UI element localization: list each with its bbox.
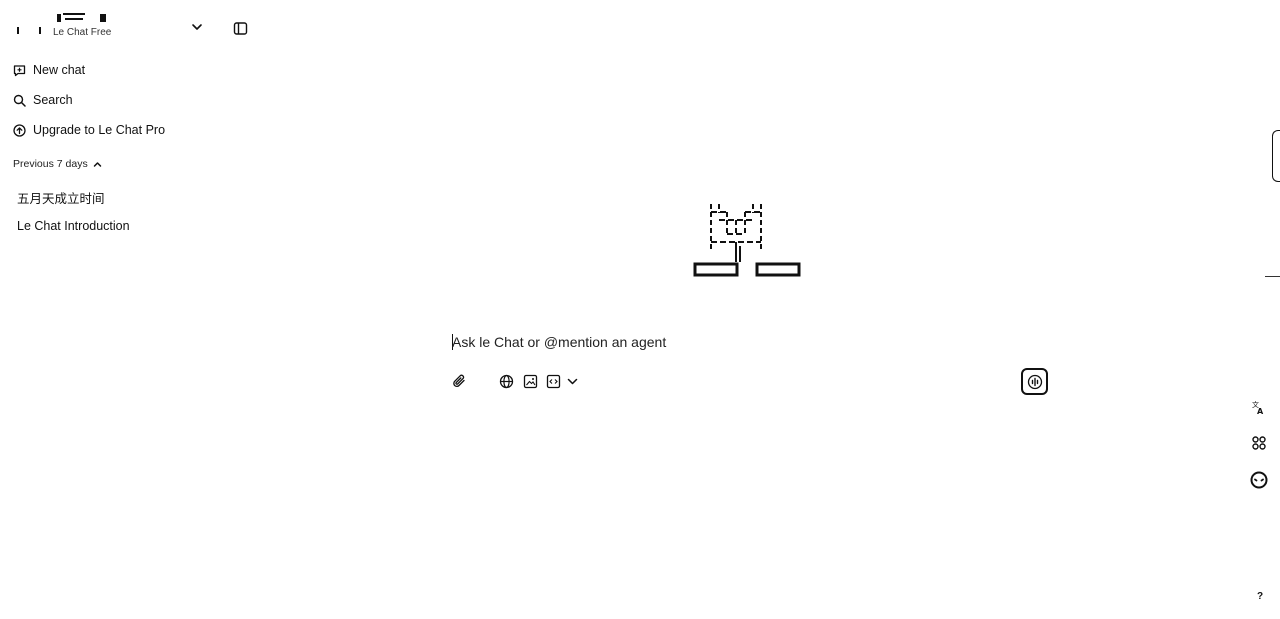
image-generation-button[interactable]: [523, 374, 538, 389]
canvas-button[interactable]: [546, 374, 561, 389]
upgrade-button[interactable]: Upgrade to Le Chat Pro: [13, 120, 165, 140]
chevron-down-icon: [567, 378, 578, 385]
upgrade-icon: [13, 123, 26, 137]
attach-button[interactable]: [452, 374, 467, 389]
workspace-logo: [10, 18, 46, 38]
history-section-label: Previous 7 days: [13, 158, 88, 170]
translate-icon: 文A: [1252, 400, 1264, 416]
help-button[interactable]: ?: [1253, 591, 1267, 607]
translate-button[interactable]: 文A: [1249, 397, 1269, 417]
chevron-down-icon[interactable]: [190, 20, 204, 34]
new-chat-icon: [13, 64, 26, 76]
chevron-up-icon: [93, 161, 101, 167]
web-search-button[interactable]: [499, 374, 514, 389]
chat-composer: [440, 326, 1060, 406]
edge-divider: [1265, 276, 1280, 277]
workspace-plan: Le Chat Free: [53, 27, 112, 38]
search-label: Search: [33, 93, 73, 107]
le-chat-logo: [693, 204, 801, 277]
workspace-switcher[interactable]: Le Chat Free: [10, 12, 210, 44]
assistant-button[interactable]: [1249, 470, 1269, 490]
workspace-text: Le Chat Free: [53, 12, 183, 38]
tools-dropdown-button[interactable]: [565, 374, 580, 389]
voice-wave-icon: [1027, 374, 1042, 389]
search-button[interactable]: Search: [13, 90, 73, 110]
search-icon: [13, 94, 26, 107]
history-section-toggle[interactable]: Previous 7 days: [13, 158, 102, 170]
paperclip-icon: [453, 374, 465, 388]
voice-mode-button[interactable]: [1021, 368, 1048, 395]
new-chat-label: New chat: [33, 63, 86, 77]
history-item[interactable]: Le Chat Introduction: [17, 219, 130, 237]
prompt-input[interactable]: [452, 330, 1012, 354]
svg-text:A: A: [1257, 407, 1264, 416]
side-panel-tab[interactable]: [1272, 130, 1280, 182]
face-icon: [1250, 471, 1268, 489]
apps-icon: [1252, 436, 1266, 450]
sidebar-toggle-icon[interactable]: [233, 21, 248, 36]
image-icon: [523, 374, 538, 389]
history-item[interactable]: 五月天成立时间: [17, 188, 105, 206]
code-canvas-icon: [546, 374, 561, 389]
upgrade-label: Upgrade to Le Chat Pro: [33, 123, 166, 137]
globe-icon: [499, 374, 514, 389]
workspace-name-redacted: [53, 12, 183, 24]
sidebar: Le Chat Free New chat Search Upgrade to …: [0, 0, 262, 619]
apps-button[interactable]: [1249, 433, 1269, 453]
new-chat-button[interactable]: New chat: [13, 60, 85, 80]
